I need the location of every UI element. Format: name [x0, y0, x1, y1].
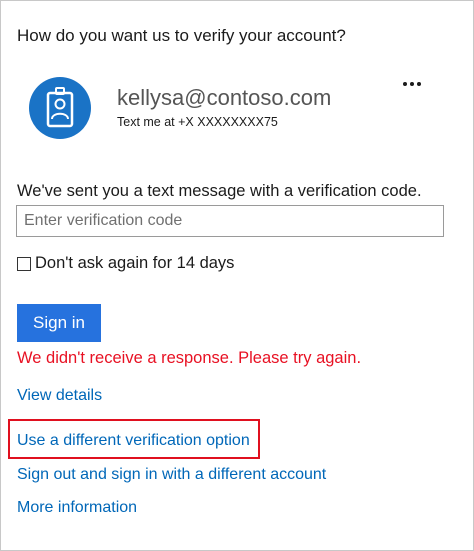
more-dot: [410, 82, 414, 86]
id-badge-icon: [29, 77, 91, 139]
account-email: kellysa@contoso.com: [117, 85, 332, 110]
verification-code-input[interactable]: [16, 205, 444, 237]
more-options-icon[interactable]: [397, 75, 427, 93]
different-verification-option-link[interactable]: Use a different verification option: [17, 432, 250, 450]
more-information-link[interactable]: More information: [17, 499, 137, 517]
dont-ask-label[interactable]: Don't ask again for 14 days: [35, 254, 234, 273]
dont-ask-row: Don't ask again for 14 days: [17, 254, 234, 273]
error-message: We didn't receive a response. Please try…: [17, 349, 362, 367]
more-dot: [417, 82, 421, 86]
sign-out-link[interactable]: Sign out and sign in with a different ac…: [17, 466, 326, 484]
more-dot: [403, 82, 407, 86]
code-sent-message: We've sent you a text message with a ver…: [17, 182, 422, 200]
verification-method: Text me at +X XXXXXXXX75: [117, 115, 278, 129]
verification-dialog: How do you want us to verify your accoun…: [0, 0, 474, 551]
dont-ask-checkbox[interactable]: [17, 256, 31, 271]
view-details-link[interactable]: View details: [17, 387, 102, 405]
page-heading: How do you want us to verify your accoun…: [17, 26, 346, 45]
sign-in-button[interactable]: Sign in: [17, 304, 101, 342]
